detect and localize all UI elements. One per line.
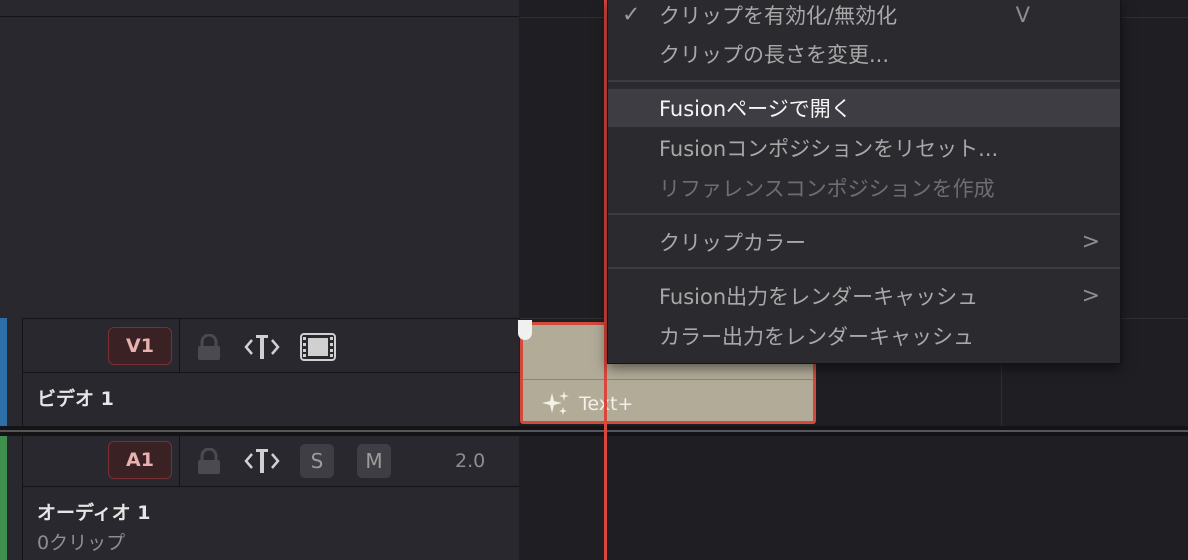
track-volume: 2.0 — [455, 450, 486, 472]
solo-button[interactable]: S — [300, 444, 334, 478]
checkmark-icon: ✓ — [622, 2, 641, 28]
track-id-a1-button[interactable]: A1 — [108, 441, 172, 479]
menu-item-enable-clip[interactable]: ✓ クリップを有効化/無効化 V — [608, 0, 1120, 34]
divider — [179, 436, 180, 486]
track-name: オーディオ 1 — [37, 502, 151, 524]
chevron-right-icon: > — [1081, 229, 1100, 255]
track-separator[interactable] — [0, 430, 1188, 432]
shortcut-label: V — [1015, 3, 1030, 27]
sparkle-icon — [541, 389, 571, 423]
film-strip-icon[interactable] — [300, 333, 336, 365]
divider — [22, 372, 519, 373]
video-track-header[interactable]: V1 ビデオ 1 — [0, 318, 519, 426]
mute-button[interactable]: M — [357, 444, 391, 478]
menu-separator — [608, 213, 1120, 215]
menu-item-reset-fusion-composition[interactable]: Fusionコンポジションをリセット... — [608, 129, 1120, 167]
track-id-v1-button[interactable]: V1 — [108, 327, 172, 365]
track-name: ビデオ 1 — [37, 388, 114, 410]
divider — [22, 486, 519, 487]
auto-track-select-icon[interactable] — [244, 332, 280, 366]
chevron-right-icon: > — [1081, 283, 1100, 309]
menu-item-create-reference-composition: リファレンスコンポジションを作成 — [659, 177, 995, 201]
lock-icon[interactable] — [196, 333, 222, 366]
track-color-bar — [0, 318, 7, 426]
menu-item-clip-color[interactable]: クリップカラー > — [608, 223, 1120, 261]
divider — [0, 16, 519, 17]
menu-separator — [608, 80, 1120, 82]
menu-item-change-clip-duration[interactable]: クリップの長さを変更... — [608, 35, 1120, 73]
audio-track-header[interactable]: A1 S M 2.0 オーディオ 1 0クリップ — [0, 436, 519, 560]
menu-item-render-cache-fusion-output[interactable]: Fusion出力をレンダーキャッシュ > — [608, 277, 1120, 315]
divider — [179, 318, 180, 372]
menu-item-render-cache-color-output[interactable]: カラー出力をレンダーキャッシュ — [608, 317, 1120, 355]
lock-icon[interactable] — [196, 447, 222, 480]
track-color-bar — [0, 436, 7, 560]
clip-trim-handle[interactable] — [518, 320, 532, 340]
track-header-empty-area — [0, 0, 519, 318]
divider — [22, 318, 519, 319]
menu-item-open-in-fusion[interactable]: Fusionページで開く — [608, 89, 1120, 127]
clip-context-menu: ✓ クリップを有効化/無効化 V クリップの長さを変更... Fusionページ… — [607, 0, 1121, 364]
track-clip-count: 0クリップ — [37, 532, 126, 554]
menu-separator — [608, 267, 1120, 269]
clip-divider — [523, 379, 813, 380]
auto-track-select-icon[interactable] — [244, 446, 280, 480]
divider — [22, 436, 23, 560]
